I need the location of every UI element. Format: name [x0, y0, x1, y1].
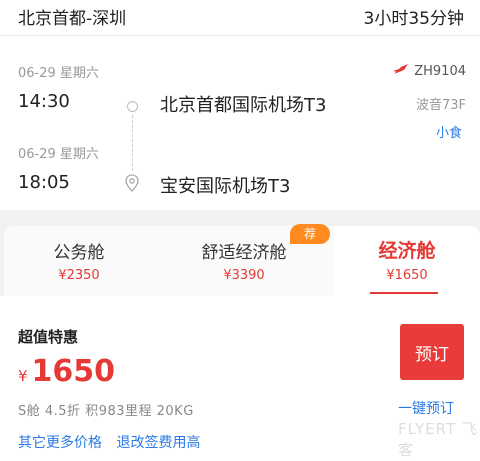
- quick-book-link[interactable]: 一键预订: [398, 398, 454, 418]
- route-header: 北京首都-深圳 3小时35分钟: [0, 0, 480, 36]
- refund-fees-link[interactable]: 退改签费用高: [116, 435, 200, 451]
- fare-offer-card: 超值特惠 ¥1650 S舱 4.5折 积983里程 20KG 其它更多价格 退改…: [0, 296, 480, 461]
- route-title: 北京首都-深圳: [18, 9, 127, 29]
- arrival-date: 06-29 星期六: [18, 147, 99, 162]
- more-prices-link[interactable]: 其它更多价格: [18, 435, 102, 451]
- tab-price: ¥3390: [223, 268, 265, 283]
- flight-duration: 3小时35分钟: [363, 9, 464, 29]
- arrival-time: 18:05: [18, 172, 70, 193]
- cabin-tabs: 公务舱 ¥2350 舒适经济舱 ¥3390 经济舱 ¥1650: [4, 226, 480, 296]
- offer-price: ¥1650: [18, 354, 115, 389]
- flight-number-text: ZH9104: [414, 63, 466, 79]
- active-tab-indicator: [370, 292, 438, 294]
- aircraft-type: 波音73F: [415, 98, 466, 113]
- departure-date: 06-29 星期六: [18, 66, 99, 81]
- location-pin-icon: [125, 174, 139, 196]
- arrival-airport: 宝安国际机场T3: [160, 176, 291, 197]
- fare-details: S舱 4.5折 积983里程 20KG: [18, 404, 194, 419]
- departure-time: 14:30: [18, 91, 70, 112]
- tab-price: ¥1650: [386, 268, 428, 283]
- recommended-badge: 荐: [290, 224, 330, 244]
- tab-economy[interactable]: 经济舱 ¥1650: [334, 226, 480, 296]
- tab-label: 经济舱: [378, 240, 436, 262]
- tab-label: 公务舱: [53, 243, 105, 263]
- offer-title: 超值特惠: [18, 328, 79, 346]
- book-button[interactable]: 预订: [400, 324, 464, 380]
- tab-business-class[interactable]: 公务舱 ¥2350: [4, 226, 154, 296]
- watermark: FLYERT 飞客: [398, 420, 478, 459]
- departure-airport: 北京首都国际机场T3: [160, 95, 327, 116]
- airline-logo-icon: [392, 62, 410, 80]
- route-connector: [132, 115, 133, 171]
- currency-symbol: ¥: [18, 367, 28, 385]
- tab-price: ¥2350: [58, 268, 100, 283]
- flight-number: ZH9104: [392, 62, 466, 80]
- meal-link[interactable]: 小食: [436, 122, 462, 141]
- offer-links: 其它更多价格 退改签费用高: [18, 432, 210, 452]
- flight-info-card: 北京首都-深圳 3小时35分钟 06-29 星期六 14:30 北京首都国际机场…: [0, 0, 480, 210]
- departure-dot-icon: [127, 101, 138, 112]
- price-value: 1650: [31, 354, 116, 389]
